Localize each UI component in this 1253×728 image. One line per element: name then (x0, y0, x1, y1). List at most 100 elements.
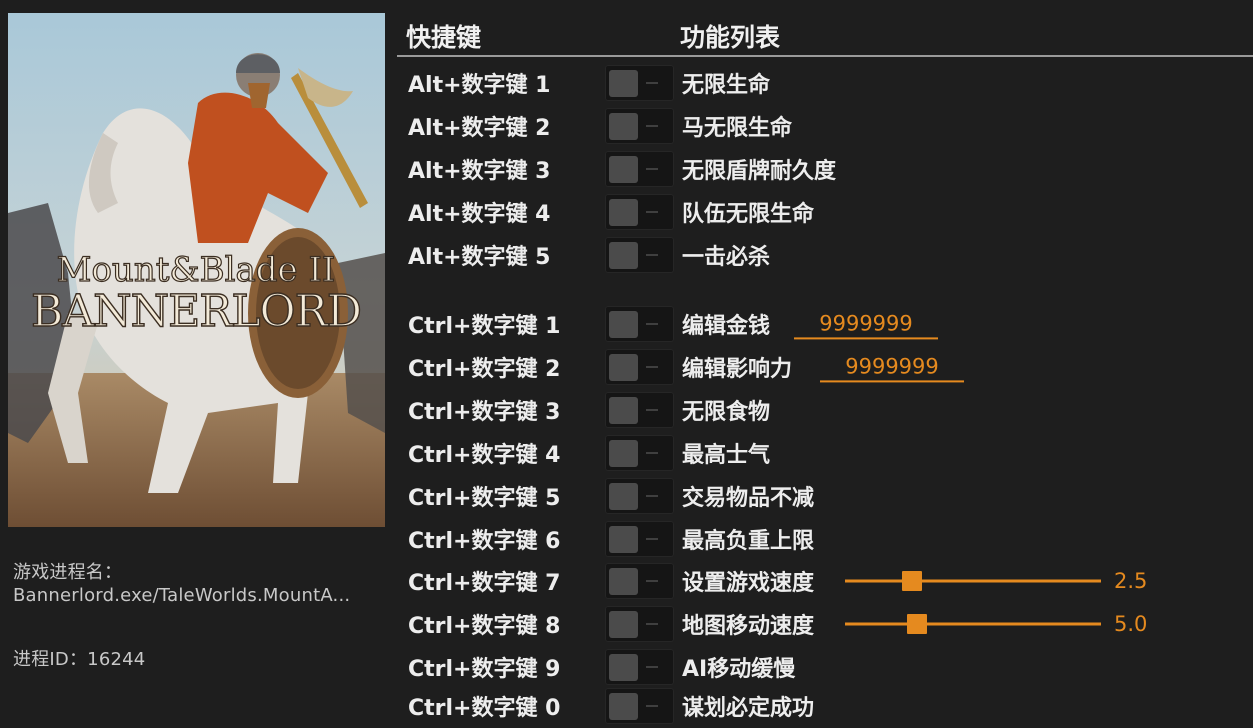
map-speed-slider-thumb[interactable] (906, 613, 927, 634)
money-value-input[interactable]: 9999999 (794, 311, 938, 339)
cheat-row: Alt+数字键 4 队伍无限生命 (0, 190, 1253, 233)
function-label: 编辑金钱 (682, 313, 771, 339)
toggle-off-mark (646, 210, 658, 213)
function-label: 编辑影响力 (682, 356, 793, 382)
toggle-knob (609, 353, 638, 381)
cheat-toggle[interactable] (605, 605, 674, 642)
function-label: 无限生命 (682, 72, 771, 98)
hotkey-column-header: 快捷键 (406, 23, 482, 52)
toggle-off-mark (646, 451, 658, 454)
cheat-toggle[interactable] (605, 562, 674, 599)
toggle-off-mark (646, 167, 658, 170)
toggle-knob (609, 241, 638, 269)
cheat-toggle[interactable] (605, 305, 674, 342)
hotkey-label: Alt+数字键 3 (408, 158, 551, 184)
toggle-knob (609, 693, 638, 720)
hotkey-label: Alt+数字键 5 (408, 244, 551, 270)
hotkey-label: Ctrl+数字键 2 (408, 356, 561, 382)
cheat-row: Alt+数字键 5 一击必杀 (0, 233, 1253, 276)
cheat-toggle[interactable] (605, 193, 674, 230)
hotkey-label: Ctrl+数字键 1 (408, 313, 561, 339)
function-label: AI移动缓慢 (682, 656, 796, 682)
function-column-header: 功能列表 (680, 23, 781, 52)
function-label: 队伍无限生命 (682, 201, 815, 227)
function-label: 设置游戏速度 (682, 570, 815, 596)
cheat-row: Alt+数字键 3 无限盾牌耐久度 (0, 147, 1253, 190)
toggle-off-mark (646, 705, 658, 707)
toggle-knob (609, 69, 638, 97)
map-speed-value: 5.0 (1114, 611, 1148, 636)
toggle-off-mark (646, 253, 658, 256)
cheat-row: Alt+数字键 2 马无限生命 (0, 104, 1253, 147)
cheat-row: Ctrl+数字键 3 无限食物 (0, 388, 1253, 431)
function-label: 无限盾牌耐久度 (682, 158, 837, 184)
game-speed-slider-track[interactable] (845, 579, 1101, 582)
toggle-off-mark (646, 579, 658, 582)
cheat-row: Ctrl+数字键 7 设置游戏速度 2.5 (0, 559, 1253, 602)
toggle-off-mark (646, 365, 658, 368)
cheat-row: Ctrl+数字键 0 谋划必定成功 (0, 685, 1253, 728)
hotkey-label: Alt+数字键 4 (408, 201, 551, 227)
cheat-toggle[interactable] (605, 688, 674, 724)
cheat-toggle[interactable] (605, 107, 674, 144)
hotkey-label: Ctrl+数字键 8 (408, 613, 561, 639)
cheat-toggle[interactable] (605, 520, 674, 557)
toggle-off-mark (646, 665, 658, 668)
toggle-knob (609, 567, 638, 595)
toggle-knob (609, 396, 638, 424)
function-label: 一击必杀 (682, 244, 771, 270)
cheat-toggle[interactable] (605, 348, 674, 385)
hotkey-label: Alt+数字键 2 (408, 115, 551, 141)
game-speed-slider-thumb[interactable] (901, 570, 922, 591)
toggle-knob (609, 310, 638, 338)
function-label: 无限食物 (682, 399, 771, 425)
toggle-off-mark (646, 408, 658, 411)
cheat-row: Ctrl+数字键 5 交易物品不减 (0, 474, 1253, 517)
hotkey-label: Ctrl+数字键 4 (408, 442, 561, 468)
toggle-off-mark (646, 81, 658, 84)
cheat-toggle[interactable] (605, 64, 674, 101)
function-label: 交易物品不减 (682, 485, 815, 511)
cheat-toggle[interactable] (605, 477, 674, 514)
hotkey-label: Alt+数字键 1 (408, 72, 551, 98)
function-label: 最高士气 (682, 442, 771, 468)
cheat-row: Ctrl+数字键 2 编辑影响力 9999999 (0, 345, 1253, 388)
cheat-toggle[interactable] (605, 391, 674, 428)
toggle-knob (609, 610, 638, 638)
cheat-row: Ctrl+数字键 4 最高士气 (0, 431, 1253, 474)
function-label: 最高负重上限 (682, 528, 815, 554)
toggle-off-mark (646, 322, 658, 325)
toggle-off-mark (646, 494, 658, 497)
hotkey-label: Ctrl+数字键 6 (408, 528, 561, 554)
toggle-off-mark (646, 537, 658, 540)
toggle-off-mark (646, 622, 658, 625)
function-label: 地图移动速度 (682, 613, 815, 639)
cheat-row: Ctrl+数字键 6 最高负重上限 (0, 517, 1253, 560)
cheat-toggle[interactable] (605, 434, 674, 471)
toggle-knob (609, 198, 638, 226)
cheat-toggle[interactable] (605, 236, 674, 273)
hotkey-label: Ctrl+数字键 0 (408, 696, 561, 721)
game-speed-value: 2.5 (1114, 568, 1148, 593)
toggle-knob (609, 482, 638, 510)
function-label: 马无限生命 (682, 115, 793, 141)
cheat-toggle[interactable] (605, 150, 674, 187)
cheat-row: Alt+数字键 1 无限生命 (0, 61, 1253, 104)
toggle-knob (609, 653, 638, 681)
toggle-knob (609, 155, 638, 183)
cheat-row: Ctrl+数字键 8 地图移动速度 5.0 (0, 602, 1253, 645)
header-divider (397, 55, 1253, 57)
toggle-knob (609, 439, 638, 467)
hotkey-label: Ctrl+数字键 3 (408, 399, 561, 425)
hotkey-label: Ctrl+数字键 7 (408, 570, 561, 596)
hotkey-label: Ctrl+数字键 5 (408, 485, 561, 511)
toggle-off-mark (646, 124, 658, 127)
cheat-row: Ctrl+数字键 9 AI移动缓慢 (0, 645, 1253, 688)
toggle-knob (609, 112, 638, 140)
influence-value-input[interactable]: 9999999 (820, 354, 964, 382)
map-speed-slider-track[interactable] (845, 622, 1101, 625)
toggle-knob (609, 525, 638, 553)
cheat-row: Ctrl+数字键 1 编辑金钱 9999999 (0, 302, 1253, 345)
cheat-toggle[interactable] (605, 648, 674, 685)
function-label: 谋划必定成功 (682, 696, 815, 721)
